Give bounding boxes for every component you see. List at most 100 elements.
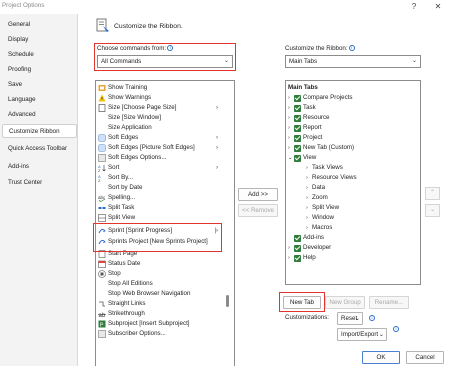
reset-button[interactable]: Reset ⌄ <box>337 312 363 325</box>
import-export-button[interactable]: Import/Export ⌄ <box>337 328 387 341</box>
list-item[interactable]: Size [Choose Page Size] › <box>98 103 222 113</box>
nav-display[interactable]: Display <box>2 33 77 47</box>
list-item[interactable]: Stop Web Browser Navigation <box>98 289 222 299</box>
tree-item-new-tab-custom[interactable]: › New Tab (Custom) <box>288 143 416 153</box>
checkbox-checked-icon[interactable] <box>294 124 301 132</box>
list-item[interactable]: Sort by Date <box>98 183 222 193</box>
nav-proofing[interactable]: Proofing <box>2 63 77 77</box>
list-item[interactable]: Split Task <box>98 203 222 213</box>
choose-commands-select[interactable]: All Commands ⌄ <box>97 55 233 68</box>
list-item[interactable]: Stop <box>98 269 222 279</box>
tree-subitem-data[interactable]: › Data <box>288 183 416 193</box>
new-tab-button[interactable]: New Tab <box>283 296 321 309</box>
ok-button[interactable]: OK <box>362 351 400 364</box>
tree-subitem-split-view[interactable]: › Split View <box>288 203 416 213</box>
nav-trust-center[interactable]: Trust Center <box>2 176 77 190</box>
scrollbar-thumb[interactable] <box>226 295 229 307</box>
nav-add-ins[interactable]: Add-ins <box>2 160 77 174</box>
list-item[interactable]: abc Spelling... <box>98 193 222 203</box>
nav-customize-ribbon[interactable]: Customize Ribbon <box>2 124 77 138</box>
checkbox-checked-icon[interactable] <box>294 104 301 112</box>
list-item[interactable]: AZ Sort › <box>98 163 222 173</box>
new-group-button[interactable]: New Group <box>325 296 365 309</box>
remove-button[interactable]: << Remove <box>238 204 278 217</box>
move-up-button[interactable]: ⌃ <box>425 187 440 200</box>
list-item[interactable]: Subscriber Options... <box>98 329 222 339</box>
commands-list[interactable]: Show Training Show Warnings Size [Choose… <box>95 80 235 366</box>
checkbox-checked-icon[interactable] <box>294 254 301 262</box>
list-item[interactable]: Sprint [Sprint Progress] |› <box>98 226 222 236</box>
tree-item-help[interactable]: › Help <box>288 253 416 263</box>
chevron-right-icon[interactable]: › <box>306 183 308 193</box>
cancel-button[interactable]: Cancel <box>406 351 444 364</box>
add-button[interactable]: Add >> <box>238 188 278 201</box>
list-item[interactable]: Show Training <box>98 83 222 93</box>
nav-quick-access-toolbar[interactable]: Quick Access Toolbar <box>2 142 77 156</box>
chevron-right-icon[interactable]: › <box>288 243 290 253</box>
chevron-right-icon[interactable]: › <box>288 103 290 113</box>
nav-advanced[interactable]: Advanced <box>2 108 77 122</box>
list-item[interactable]: Start Page <box>98 249 222 259</box>
tree-item-add-ins[interactable]: Add-ins <box>288 233 416 243</box>
list-item[interactable]: ab Strikethrough <box>98 309 222 319</box>
list-item[interactable]: Straight Links <box>98 299 222 309</box>
chevron-right-icon[interactable]: › <box>288 133 290 143</box>
checkbox-checked-icon[interactable] <box>294 134 301 142</box>
chevron-right-icon[interactable]: › <box>288 253 290 263</box>
chevron-right-icon[interactable]: › <box>306 193 308 203</box>
checkbox-checked-icon[interactable] <box>294 114 301 122</box>
tree-subitem-macros[interactable]: › Macros <box>288 223 416 233</box>
commands-scrollbar[interactable] <box>224 83 232 338</box>
chevron-right-icon[interactable]: › <box>306 223 308 233</box>
checkbox-checked-icon[interactable] <box>294 234 301 242</box>
list-item[interactable]: Show Warnings <box>98 93 222 103</box>
nav-schedule[interactable]: Schedule <box>2 48 77 62</box>
chevron-right-icon[interactable]: › <box>288 143 290 153</box>
tree-item-resource[interactable]: › Resource <box>288 113 416 123</box>
list-item[interactable]: Status Date <box>98 259 222 269</box>
info-icon[interactable]: i <box>167 45 174 51</box>
chevron-right-icon[interactable]: › <box>306 163 308 173</box>
checkbox-checked-icon[interactable] <box>294 244 301 252</box>
chevron-right-icon[interactable]: › <box>288 113 290 123</box>
chevron-right-icon[interactable]: › <box>306 173 308 183</box>
nav-general[interactable]: General <box>2 18 77 32</box>
tree-item-compare-projects[interactable]: › Compare Projects <box>288 93 416 103</box>
tree-item-developer[interactable]: › Developer <box>288 243 416 253</box>
tree-item-report[interactable]: › Report <box>288 123 416 133</box>
list-item[interactable]: AZ Sort By... <box>98 173 222 183</box>
chevron-down-icon[interactable]: ⌄ <box>288 153 293 163</box>
list-item[interactable]: Soft Edges [Picture Soft Edges] › <box>98 143 222 153</box>
info-icon[interactable]: i <box>369 315 375 321</box>
nav-language[interactable]: Language <box>2 93 77 107</box>
chevron-right-icon[interactable]: › <box>306 213 308 223</box>
checkbox-checked-icon[interactable] <box>294 154 301 162</box>
chevron-right-icon[interactable]: › <box>288 123 290 133</box>
tree-subitem-zoom[interactable]: › Zoom <box>288 193 416 203</box>
checkbox-checked-icon[interactable] <box>294 94 301 102</box>
chevron-right-icon[interactable]: › <box>288 93 290 103</box>
list-item[interactable]: Soft Edges Options... <box>98 153 222 163</box>
rename-button[interactable]: Rename... <box>369 296 409 309</box>
tree-subitem-window[interactable]: › Window <box>288 213 416 223</box>
tree-item-view[interactable]: ⌄ View <box>288 153 416 163</box>
chevron-right-icon[interactable]: › <box>306 203 308 213</box>
list-item[interactable]: Soft Edges › <box>98 133 222 143</box>
list-item[interactable]: Size Application <box>98 123 222 133</box>
close-icon[interactable]: ✕ <box>430 1 446 13</box>
ribbon-tabs-tree[interactable]: Main Tabs › Compare Projects › Task › Re… <box>285 80 421 285</box>
help-icon[interactable]: ? <box>406 1 422 13</box>
checkbox-checked-icon[interactable] <box>294 144 301 152</box>
tree-subitem-resource-views[interactable]: › Resource Views <box>288 173 416 183</box>
tree-subitem-task-views[interactable]: › Task Views <box>288 163 416 173</box>
list-item[interactable]: Sprints Project [New Sprints Project] <box>98 237 222 247</box>
info-icon[interactable]: i <box>393 326 399 332</box>
list-item[interactable]: P Subproject [Insert Subproject] <box>98 319 222 329</box>
tree-item-task[interactable]: › Task <box>288 103 416 113</box>
list-item[interactable]: Size [Size Window] <box>98 113 222 123</box>
nav-save[interactable]: Save <box>2 78 77 92</box>
customize-ribbon-select[interactable]: Main Tabs ⌄ <box>285 55 421 68</box>
info-icon[interactable]: i <box>348 45 355 51</box>
tree-item-project[interactable]: › Project <box>288 133 416 143</box>
list-item[interactable]: Stop All Editions <box>98 279 222 289</box>
